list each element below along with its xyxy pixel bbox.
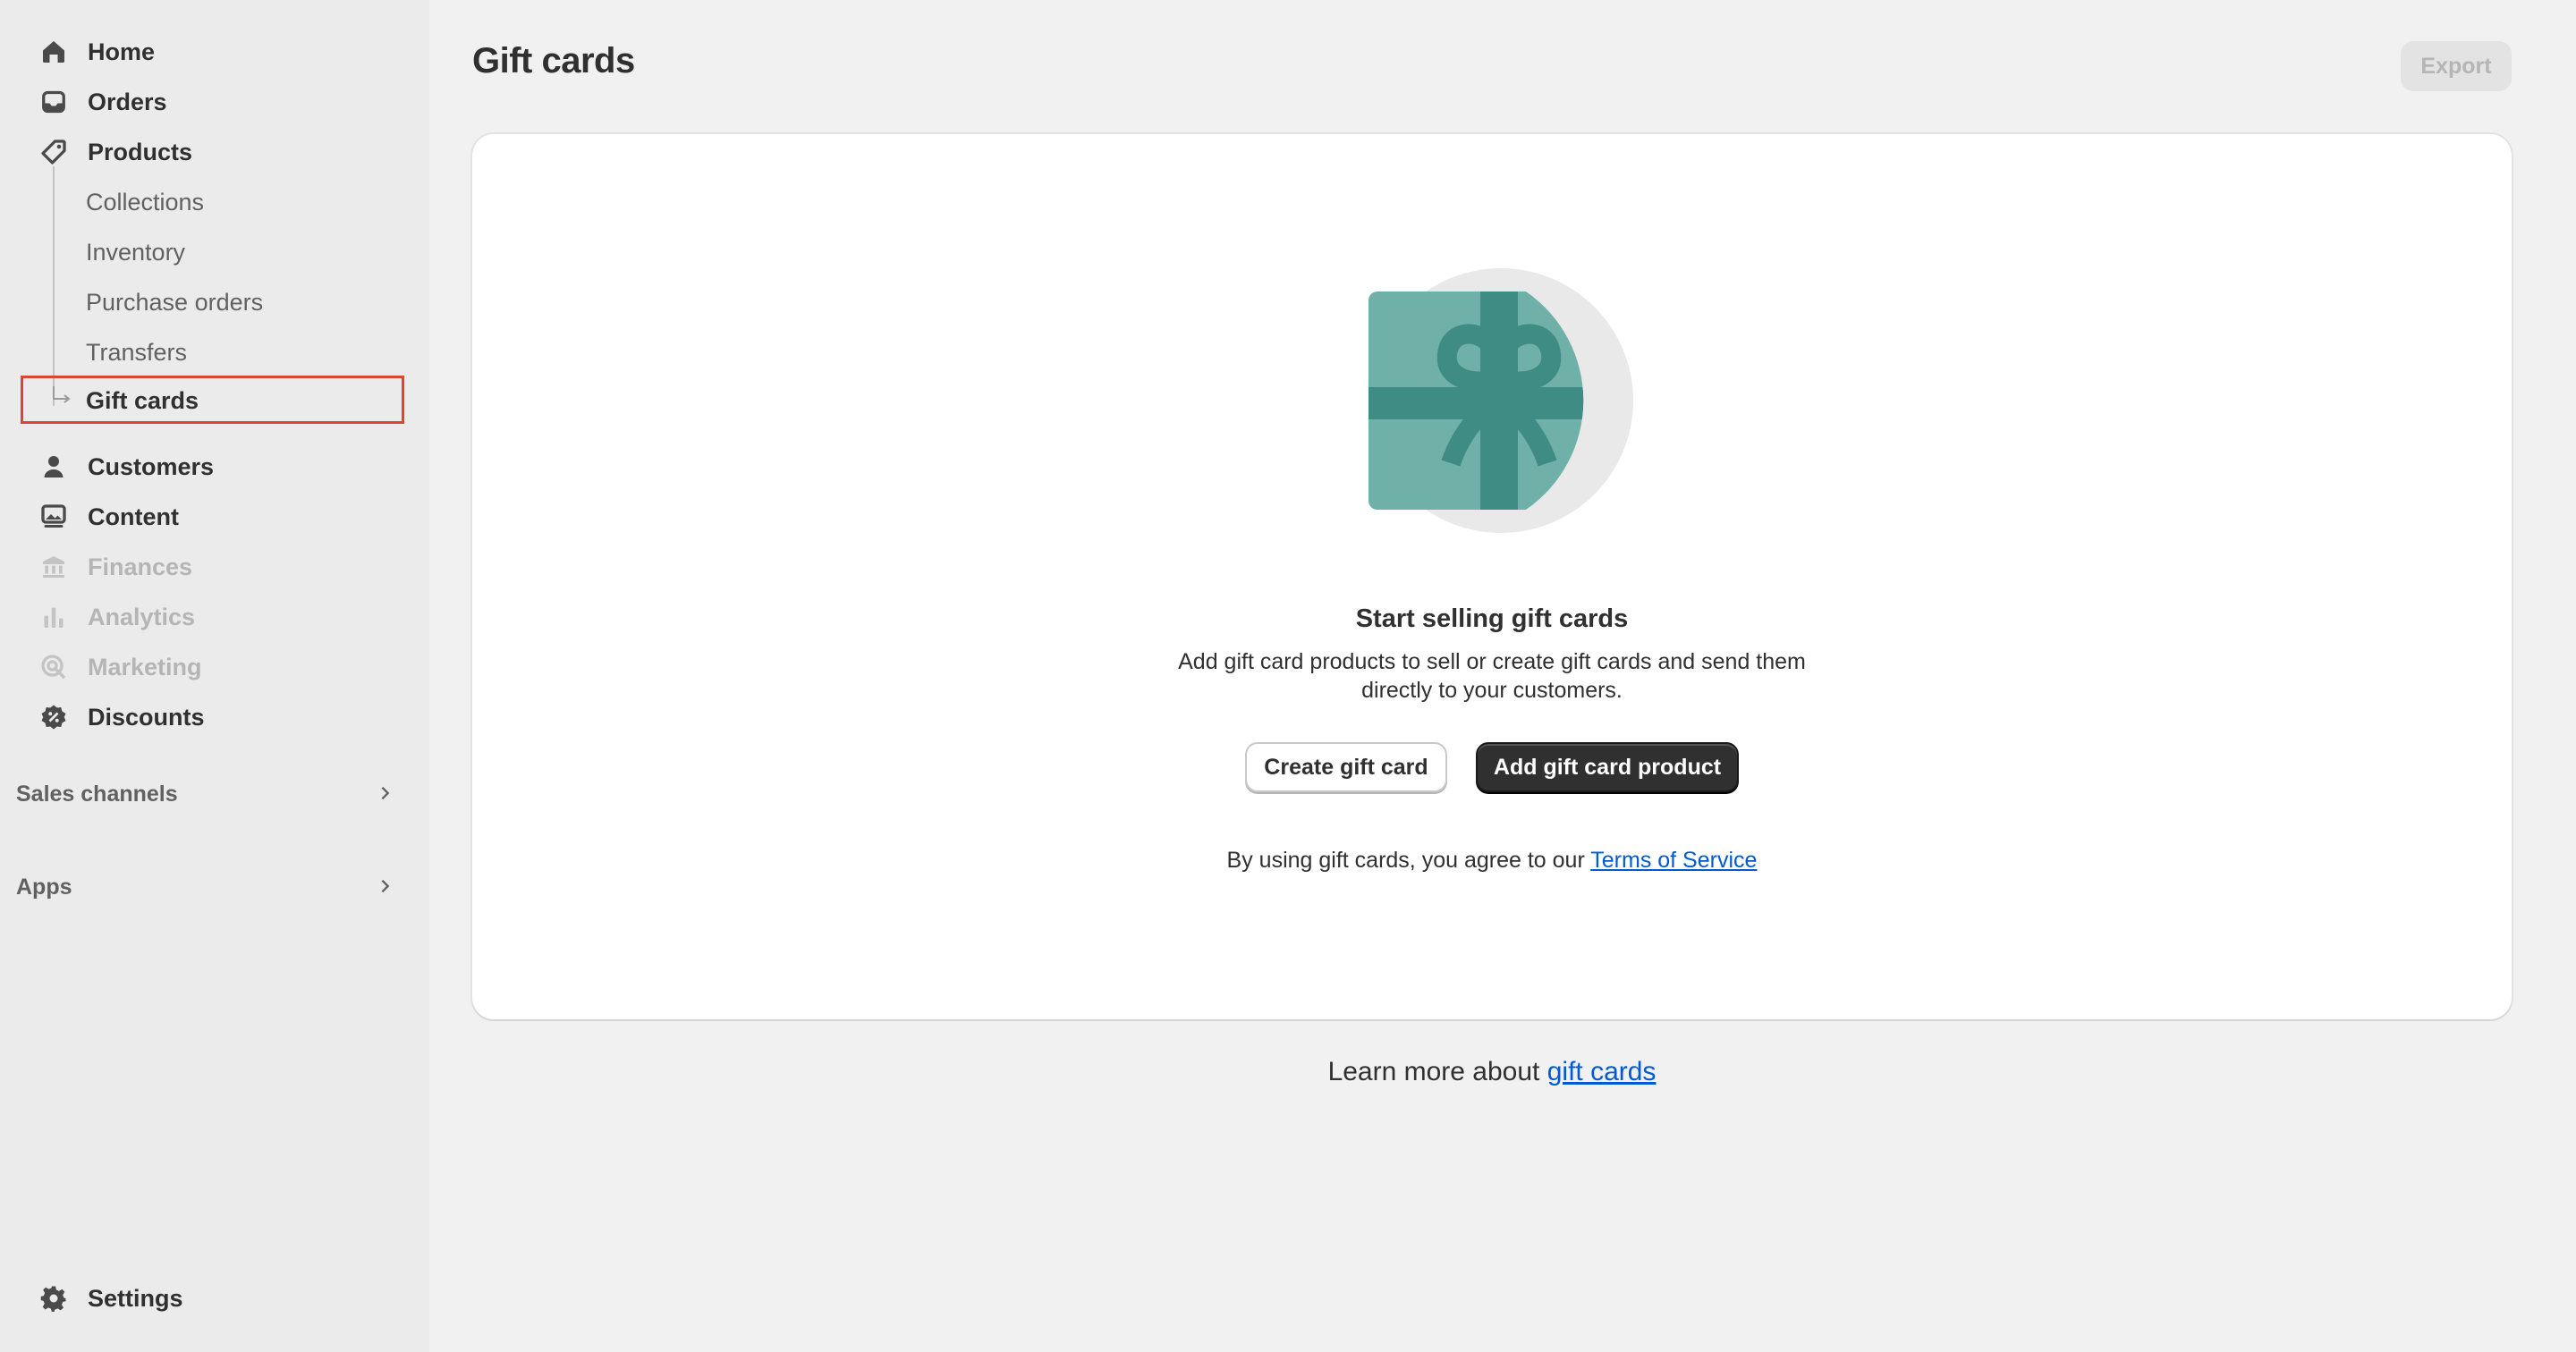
sidebar-item-products[interactable]: Products bbox=[16, 129, 406, 175]
sidebar-section-label: Sales channels bbox=[16, 781, 178, 807]
image-icon bbox=[36, 499, 72, 535]
sidebar-item-finances[interactable]: Finances bbox=[16, 544, 406, 590]
sidebar-subitem-purchase-orders[interactable]: Purchase orders bbox=[16, 279, 406, 325]
sidebar-item-home[interactable]: Home bbox=[16, 29, 406, 75]
empty-state-description: Add gift card products to sell or create… bbox=[1178, 649, 1806, 703]
sidebar-item-discounts[interactable]: Discounts bbox=[16, 694, 406, 740]
bar-chart-icon bbox=[36, 599, 72, 635]
inbox-icon bbox=[36, 84, 72, 120]
terms-prefix: By using gift cards, you agree to our bbox=[1226, 848, 1591, 873]
sidebar-subitem-label: Purchase orders bbox=[86, 288, 264, 316]
discount-icon bbox=[36, 699, 72, 735]
gift-card-illustration bbox=[1365, 266, 1637, 535]
sidebar-item-content[interactable]: Content bbox=[16, 494, 406, 540]
terms-of-service-link[interactable]: Terms of Service bbox=[1590, 848, 1757, 873]
learn-more-prefix: Learn more about bbox=[1327, 1057, 1547, 1086]
active-item-highlight bbox=[21, 376, 404, 424]
chevron-right-icon bbox=[377, 782, 394, 807]
sidebar-item-label: Marketing bbox=[88, 653, 202, 680]
chevron-right-icon bbox=[377, 875, 394, 900]
learn-more: Learn more about gift cards bbox=[472, 1057, 2512, 1087]
bank-icon bbox=[36, 549, 72, 585]
sidebar-item-customers[interactable]: Customers bbox=[16, 444, 406, 490]
sidebar-item-label: Orders bbox=[88, 88, 167, 115]
sidebar-item-label: Analytics bbox=[88, 603, 196, 630]
sidebar-section-label: Apps bbox=[16, 874, 72, 900]
empty-state-title: Start selling gift cards bbox=[1355, 604, 1629, 633]
sidebar-section-apps[interactable]: Apps bbox=[16, 864, 406, 910]
sidebar-item-label: Content bbox=[88, 503, 179, 530]
sidebar-item-label: Discounts bbox=[88, 703, 205, 731]
sidebar-subitem-inventory[interactable]: Inventory bbox=[16, 229, 406, 275]
gift-cards-help-link[interactable]: gift cards bbox=[1547, 1057, 1657, 1086]
sidebar-subitem-label: Inventory bbox=[86, 238, 186, 266]
home-icon bbox=[36, 34, 72, 70]
sidebar: Home Orders Products Collections Invento… bbox=[0, 0, 429, 1352]
sidebar-item-marketing[interactable]: Marketing bbox=[16, 644, 406, 690]
sidebar-section-sales-channels[interactable]: Sales channels bbox=[16, 771, 406, 817]
gear-icon bbox=[36, 1280, 72, 1316]
sidebar-item-label: Products bbox=[88, 138, 193, 165]
sidebar-item-label: Finances bbox=[88, 553, 193, 580]
sidebar-item-analytics[interactable]: Analytics bbox=[16, 594, 406, 640]
export-button[interactable]: Export bbox=[2401, 41, 2512, 91]
create-gift-card-button[interactable]: Create gift card bbox=[1245, 742, 1447, 792]
person-icon bbox=[36, 449, 72, 485]
target-icon bbox=[36, 649, 72, 685]
sidebar-subitem-transfers[interactable]: Transfers bbox=[16, 329, 406, 376]
sidebar-item-label: Settings bbox=[88, 1284, 183, 1312]
sidebar-subitem-label: Transfers bbox=[86, 338, 188, 366]
sidebar-item-settings[interactable]: Settings bbox=[16, 1275, 406, 1322]
terms-notice: By using gift cards, you agree to our Te… bbox=[472, 848, 2512, 874]
sidebar-subitem-label: Collections bbox=[86, 188, 205, 215]
sidebar-subitem-collections[interactable]: Collections bbox=[16, 179, 406, 225]
tag-icon bbox=[36, 134, 72, 170]
add-gift-card-product-button[interactable]: Add gift card product bbox=[1476, 742, 1739, 792]
sidebar-item-label: Customers bbox=[88, 452, 215, 480]
page-title: Gift cards bbox=[472, 41, 635, 80]
sidebar-item-label: Home bbox=[88, 38, 156, 65]
sidebar-item-orders[interactable]: Orders bbox=[16, 79, 406, 125]
